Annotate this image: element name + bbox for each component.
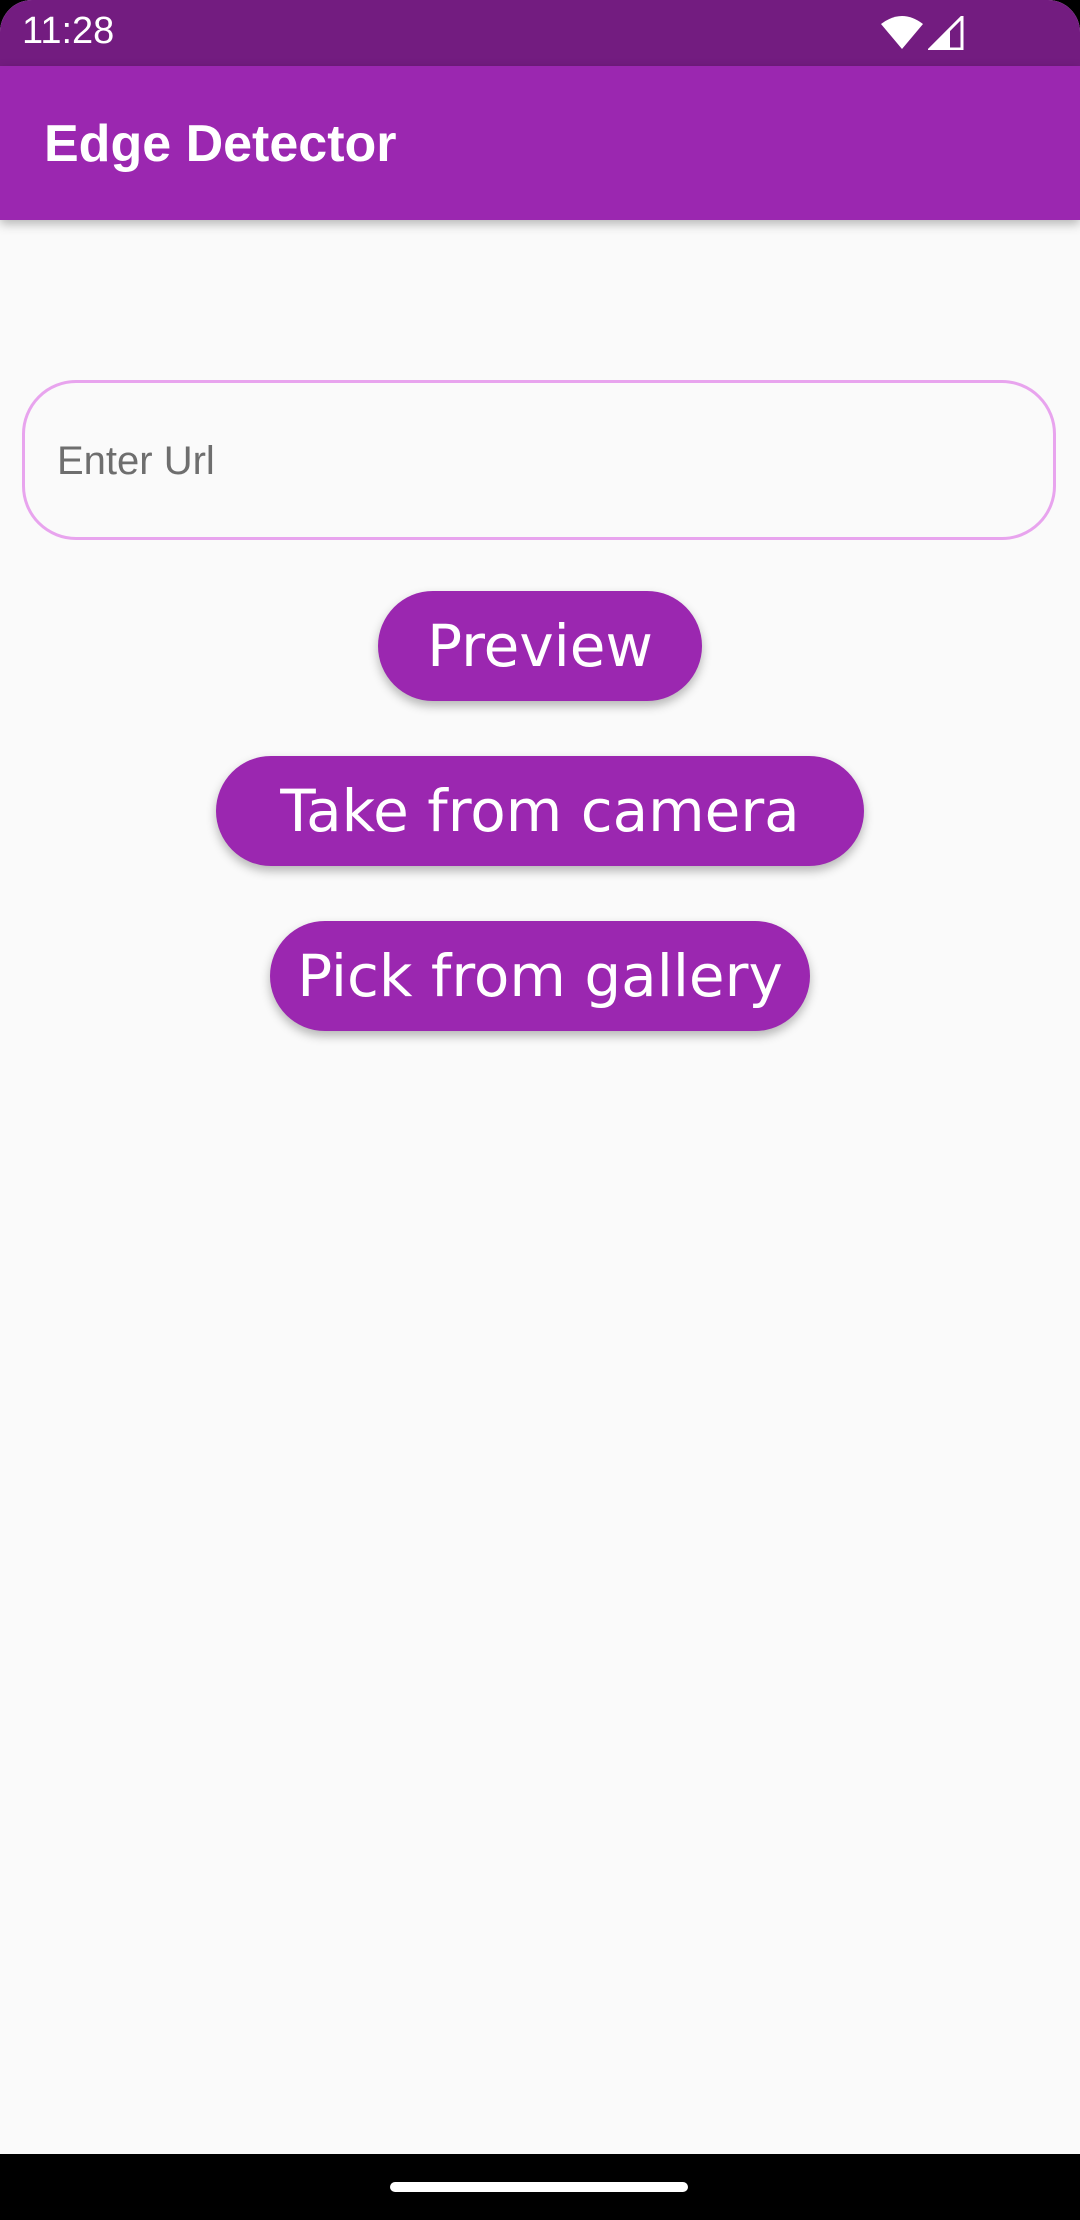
preview-button[interactable]: Preview (378, 591, 702, 701)
navigation-bar (0, 2154, 1080, 2220)
wifi-icon (881, 16, 923, 49)
signal-icon (928, 16, 964, 50)
status-bar: 11:28 (0, 0, 1080, 66)
app-title: Edge Detector (44, 115, 397, 173)
pick-from-gallery-button[interactable]: Pick from gallery (270, 921, 810, 1031)
url-input[interactable] (55, 383, 1019, 539)
app-bar: Edge Detector (0, 66, 1080, 220)
take-from-camera-button[interactable]: Take from camera (216, 756, 864, 866)
app-screen: 11:28 Edge Detector Preview Take from ca… (0, 0, 1080, 2220)
home-gesture-handle[interactable] (390, 2182, 688, 2192)
url-field[interactable] (22, 380, 1056, 540)
status-time: 11:28 (22, 10, 115, 52)
